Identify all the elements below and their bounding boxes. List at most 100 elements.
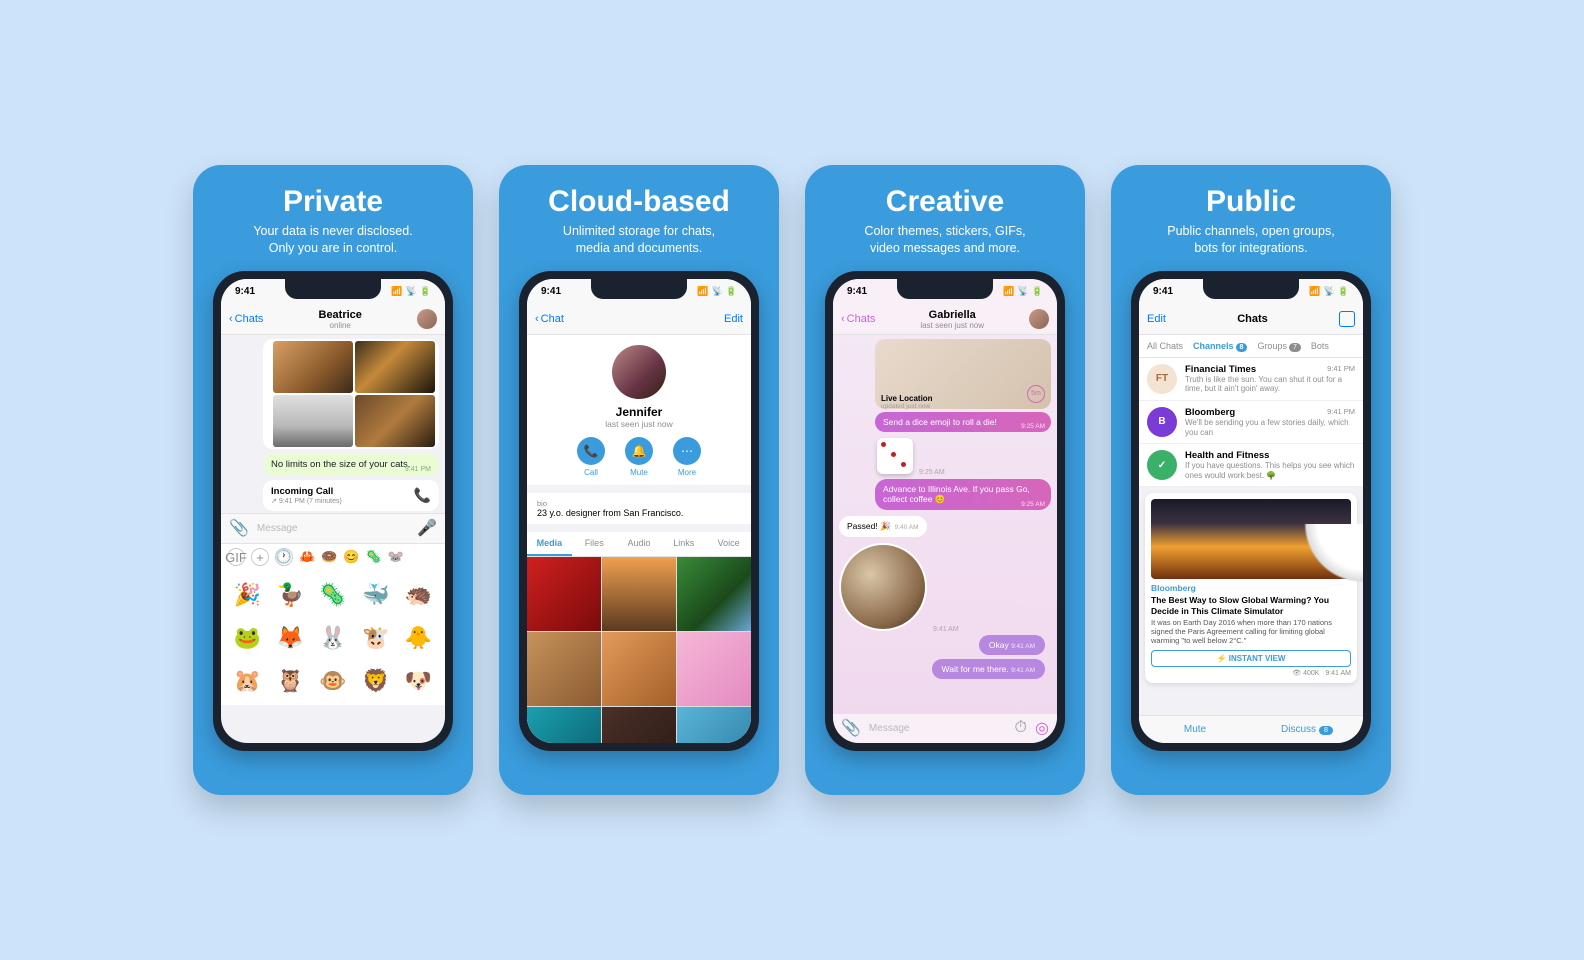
- outgoing-message[interactable]: Wait for me there. 9:41 AM: [932, 659, 1045, 679]
- feature-card-cloud: Cloud-based Unlimited storage for chats,…: [499, 165, 779, 795]
- gif-tab[interactable]: GIF: [227, 548, 245, 566]
- battery-icon: 🔋: [1338, 286, 1349, 297]
- dice-sticker[interactable]: [877, 438, 913, 474]
- sticker-item[interactable]: 🦊: [270, 618, 311, 659]
- mic-icon[interactable]: 🎤: [417, 518, 437, 538]
- edit-button[interactable]: Edit: [1147, 313, 1166, 325]
- tab-audio[interactable]: Audio: [617, 532, 662, 556]
- wifi-icon: 📡: [1324, 286, 1335, 297]
- back-button[interactable]: ‹ Chats: [229, 313, 263, 325]
- chat-list-item[interactable]: ✓ Health and FitnessIf you have question…: [1139, 444, 1363, 487]
- phone-mockup: 9:41 📶📡🔋 Edit Chats All Chats Channels8 …: [1131, 271, 1371, 751]
- media-tabs: Media Files Audio Links Voice: [527, 532, 751, 557]
- message-input[interactable]: Message: [257, 523, 409, 534]
- card-subtitle: Public channels, open groups,bots for in…: [1167, 223, 1334, 257]
- sticker-pack-icon[interactable]: 🐭: [388, 549, 404, 565]
- compose-icon[interactable]: [1339, 311, 1355, 327]
- sticker-category-strip: GIF + 🕐 🦀 🍩 😊 🦠 🐭: [221, 543, 445, 571]
- media-thumbnail[interactable]: [527, 557, 601, 631]
- sticker-item[interactable]: 🦉: [270, 660, 311, 701]
- video-message[interactable]: [839, 543, 927, 631]
- tab-files[interactable]: Files: [572, 532, 617, 556]
- nav-bar: Edit Chats: [1139, 305, 1363, 335]
- filter-bots[interactable]: Bots: [1311, 341, 1329, 351]
- sticker-pack-icon[interactable]: 🦠: [366, 549, 382, 565]
- back-button[interactable]: ‹ Chat: [535, 313, 564, 325]
- sticker-item[interactable]: 🦁: [355, 660, 396, 701]
- message-input[interactable]: Message: [869, 723, 1007, 734]
- mute-button[interactable]: 🔔Mute: [625, 437, 653, 477]
- sticker-pack-icon[interactable]: 🦀: [299, 549, 315, 565]
- media-thumbnail[interactable]: [602, 557, 676, 631]
- tab-media[interactable]: Media: [527, 532, 572, 556]
- sticker-item[interactable]: 🐥: [398, 618, 439, 659]
- back-button[interactable]: ‹ Chats: [841, 313, 875, 325]
- media-thumbnail[interactable]: [677, 632, 751, 706]
- photo-thumbnail[interactable]: [355, 395, 435, 447]
- instant-view-button[interactable]: ⚡ INSTANT VIEW: [1151, 650, 1351, 667]
- chat-title[interactable]: Gabriellalast seen just now: [875, 309, 1029, 330]
- media-thumbnail[interactable]: [677, 707, 751, 743]
- outgoing-message[interactable]: Okay 9:41 AM: [979, 635, 1045, 655]
- battery-icon: 🔋: [726, 286, 737, 297]
- tab-voice[interactable]: Voice: [706, 532, 751, 556]
- call-button[interactable]: 📞Call: [577, 437, 605, 477]
- call-message[interactable]: Incoming Call ↗ 9:41 PM (7 minutes) 📞: [263, 480, 439, 511]
- sticker-item[interactable]: 🐳: [355, 575, 396, 616]
- sticker-icon[interactable]: ◎: [1035, 718, 1049, 738]
- sticker-item[interactable]: 🦠: [313, 575, 354, 616]
- filter-groups[interactable]: Groups7: [1257, 341, 1300, 351]
- sticker-item[interactable]: 🐵: [313, 660, 354, 701]
- sticker-item[interactable]: 🦔: [398, 575, 439, 616]
- more-button[interactable]: ⋯More: [673, 437, 701, 477]
- add-sticker-button[interactable]: +: [251, 548, 269, 566]
- article-preview[interactable]: Bloomberg The Best Way to Slow Global Wa…: [1145, 493, 1357, 683]
- phone-mockup: 9:41 📶📡🔋 ‹ Chats Beatriceonline No limit…: [213, 271, 453, 751]
- message-input-row: 📎 Message 🎤: [221, 513, 445, 543]
- sticker-item[interactable]: 🦆: [270, 575, 311, 616]
- message-bubble[interactable]: No limits on the size of your cats. 9:41…: [263, 453, 439, 476]
- outgoing-message[interactable]: Send a dice emoji to roll a die!9:25 AM: [875, 412, 1051, 432]
- live-location-message[interactable]: Live Location updated just now 5m: [875, 339, 1051, 409]
- card-title: Creative: [886, 185, 1004, 219]
- timer-icon[interactable]: ⏱: [1015, 719, 1027, 737]
- avatar[interactable]: [417, 309, 437, 329]
- chat-list-item[interactable]: FT Financial Times9:41 PMTruth is like t…: [1139, 358, 1363, 401]
- sticker-pack-icon[interactable]: 🍩: [321, 549, 337, 565]
- incoming-message[interactable]: Passed! 🎉9:40 AM: [839, 516, 927, 537]
- sticker-item[interactable]: 🐹: [227, 660, 268, 701]
- photo-thumbnail[interactable]: [355, 341, 435, 393]
- sticker-pack-icon[interactable]: 😊: [343, 549, 359, 565]
- channel-avatar: ✓: [1147, 450, 1177, 480]
- media-thumbnail[interactable]: [602, 707, 676, 743]
- photo-thumbnail[interactable]: [273, 341, 353, 393]
- sticker-item[interactable]: 🐸: [227, 618, 268, 659]
- edit-button[interactable]: Edit: [724, 313, 743, 325]
- sticker-item[interactable]: 🎉: [227, 575, 268, 616]
- sticker-item[interactable]: 🐰: [313, 618, 354, 659]
- phone-icon[interactable]: 📞: [414, 487, 431, 504]
- photo-grid-message[interactable]: [263, 339, 439, 449]
- sticker-item[interactable]: 🐮: [355, 618, 396, 659]
- profile-avatar[interactable]: [612, 345, 666, 399]
- tab-links[interactable]: Links: [661, 532, 706, 556]
- recent-tab[interactable]: 🕐: [275, 548, 293, 566]
- media-thumbnail[interactable]: [527, 632, 601, 706]
- photo-thumbnail[interactable]: [273, 395, 353, 447]
- media-thumbnail[interactable]: [527, 707, 601, 743]
- media-thumbnail[interactable]: [602, 632, 676, 706]
- sticker-item[interactable]: 🐶: [398, 660, 439, 701]
- attach-icon[interactable]: 📎: [841, 718, 861, 738]
- filter-all[interactable]: All Chats: [1147, 341, 1183, 351]
- chat-title[interactable]: Beatriceonline: [263, 309, 417, 330]
- channel-avatar: B: [1147, 407, 1177, 437]
- filter-channels[interactable]: Channels8: [1193, 341, 1247, 351]
- outgoing-message[interactable]: Advance to Illinois Ave. If you pass Go,…: [875, 479, 1051, 510]
- media-thumbnail[interactable]: [677, 557, 751, 631]
- channel-bottom-bar: Mute Discuss8: [1139, 715, 1363, 743]
- mute-button[interactable]: Mute: [1139, 716, 1251, 743]
- attach-icon[interactable]: 📎: [229, 518, 249, 538]
- chat-list-item[interactable]: B Bloomberg9:41 PMWe'll be sending you a…: [1139, 401, 1363, 444]
- discuss-button[interactable]: Discuss8: [1251, 716, 1363, 743]
- avatar[interactable]: [1029, 309, 1049, 329]
